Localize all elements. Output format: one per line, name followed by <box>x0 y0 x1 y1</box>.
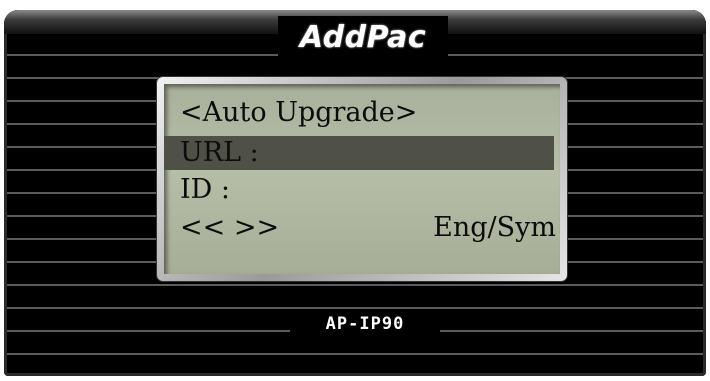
lcd-menu-title: <Auto Upgrade> <box>180 97 418 128</box>
lcd-id-field[interactable]: ID : <box>180 173 230 207</box>
lcd-screen: <Auto Upgrade> URL : ID : << >> Eng/Sym <box>164 84 560 274</box>
ip-phone-device: AddPac <Auto Upgrade> URL : ID : << >> E… <box>0 0 710 381</box>
lcd-input-mode[interactable]: Eng/Sym <box>433 211 556 245</box>
model-label: AP-IP90 <box>290 310 440 338</box>
lcd-url-field[interactable]: URL : <box>180 136 259 170</box>
brand-logo: AddPac <box>278 16 448 60</box>
lcd-nav-arrows[interactable]: << >> <box>180 211 279 245</box>
